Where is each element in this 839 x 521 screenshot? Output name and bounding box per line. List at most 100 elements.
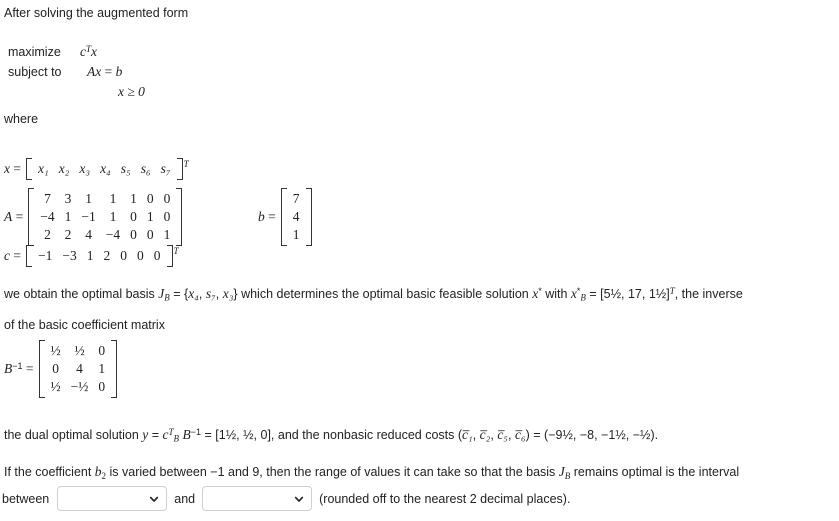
nonnegativity-row: x ≥ 0 <box>8 84 145 104</box>
problem-statement: maximize cTx subject to Ax = b x ≥ 0 <box>8 44 145 104</box>
binv-cell: 1 <box>98 361 106 376</box>
table-row: −4 1 −1 1 0 1 0 <box>35 208 175 226</box>
constraint-expression: Ax = b <box>80 64 122 80</box>
subject-to-label: subject to <box>8 65 62 79</box>
c-entry: −3 <box>62 248 77 263</box>
objective-x: x <box>91 44 98 59</box>
basis-seg3: with <box>541 286 571 301</box>
binv-cell: 0 <box>98 343 106 358</box>
A-matrix-bracket: 7 3 1 1 1 0 0 −4 1 −1 1 0 1 0 2 2 4 −4 0… <box>28 188 183 246</box>
b-cell: 7 <box>292 191 300 206</box>
basis-paragraph: we obtain the optimal basis JB = {x₄, s₇… <box>4 285 743 332</box>
c-vector-label: c = <box>4 248 21 263</box>
A-cell: 0 <box>163 209 171 224</box>
objective-expression: cTx <box>80 44 97 60</box>
basis-seg2: } which determines the optimal basic fea… <box>233 286 533 301</box>
constraint-row: subject to Ax = b <box>8 64 145 84</box>
table-row: ½ −½ 0 <box>46 378 111 396</box>
A-cell: 1 <box>109 191 117 206</box>
A-cell: 3 <box>64 191 72 206</box>
binv-cell: 4 <box>76 361 83 376</box>
reduced-cost-label: c̅₅ <box>497 426 508 442</box>
basis-element: x₃ <box>222 285 234 301</box>
B-inverse-bracket: ½ ½ 0 0 4 1 ½ −½ 0 <box>38 340 118 398</box>
x-vector-table: x₁ x₂ x₃ x₄ s₅ s₆ s₇ <box>33 160 176 178</box>
c-vector-bracket: −1 −3 1 2 0 0 0 <box>26 245 173 267</box>
table-row: 7 <box>288 190 305 208</box>
x-entry: s₇ <box>160 161 171 176</box>
basis-xB-value: 17 <box>627 286 642 301</box>
table-row: x₁ x₂ x₃ x₄ s₅ s₆ s₇ <box>33 160 176 178</box>
basis-xB-value: 1½ <box>648 286 667 301</box>
dual-eq2: = [ <box>201 427 219 442</box>
basis-element: x₄ <box>188 285 199 301</box>
question-seg2: is varied between −1 and 9, then the ran… <box>106 465 559 479</box>
reduced-cost-value: −½ <box>632 427 651 442</box>
x-vector-definition: x = x₁ x₂ x₃ x₄ s₅ s₆ s₇ T <box>4 158 189 180</box>
x-vector-transpose: T <box>183 159 189 169</box>
b-vector-table: 7 4 1 <box>288 190 305 244</box>
A-cell: 7 <box>44 191 51 206</box>
A-cell: 1 <box>85 191 92 206</box>
binv-cell: 0 <box>98 379 106 394</box>
answer-row: between and (rounded off to the nearest … <box>2 486 577 511</box>
dual-y-value: 1½ <box>218 427 237 442</box>
basis-element: s₇ <box>205 285 216 301</box>
dual-seg1: the dual optimal solution <box>4 427 143 442</box>
B-inverse-exponent: −1 <box>12 361 23 372</box>
table-row: 1 <box>288 226 305 244</box>
A-cell: 0 <box>130 209 137 224</box>
A-matrix-definition: A = 7 3 1 1 1 0 0 −4 1 −1 1 0 1 0 2 2 4 … <box>4 188 183 246</box>
b-cell: 1 <box>292 227 300 242</box>
A-matrix-label: A = <box>4 209 24 224</box>
c-vector-transpose: T <box>173 246 179 256</box>
basis-xB-value: 5½ <box>603 286 622 301</box>
A-matrix-table: 7 3 1 1 1 0 0 −4 1 −1 1 0 1 0 2 2 4 −4 0… <box>35 190 175 244</box>
c-entry: 0 <box>153 248 161 263</box>
x-entry: x₃ <box>79 161 91 176</box>
A-cell: 0 <box>163 191 171 206</box>
A-cell: −4 <box>40 209 55 224</box>
dual-eq1: = <box>148 427 163 442</box>
table-row: −1 −3 1 2 0 0 0 <box>33 247 166 265</box>
upper-bound-select[interactable] <box>202 486 313 511</box>
b-vector-label: b = <box>258 209 276 224</box>
A-cell: 0 <box>146 227 154 242</box>
x-entry: x₄ <box>100 161 111 176</box>
table-row: 7 3 1 1 1 0 0 <box>35 190 175 208</box>
constraint-Ax: Ax <box>87 64 102 79</box>
question-b: b <box>94 464 102 479</box>
reduced-cost-value: −1½ <box>601 427 626 442</box>
basis-seg5: of the basic coefficient matrix <box>4 317 165 332</box>
A-cell: −1 <box>81 209 96 224</box>
reduced-cost-value: −8 <box>579 427 595 442</box>
and-label: and <box>174 491 196 506</box>
c-entry: 0 <box>120 248 127 263</box>
lower-bound-select[interactable] <box>57 486 168 511</box>
b-vector-definition: b = 7 4 1 <box>258 188 312 246</box>
question-page: After solving the augmented form maximiz… <box>0 0 839 521</box>
dual-seg2: and the nonbasic reduced costs ( <box>274 427 463 442</box>
upper-bound-select-wrap[interactable] <box>202 486 313 511</box>
A-cell: 1 <box>64 209 72 224</box>
x-vector-label: x = <box>4 161 21 176</box>
table-row: ½ ½ 0 <box>46 342 111 360</box>
table-row: 4 <box>288 208 305 226</box>
A-cell: 1 <box>163 227 171 242</box>
maximize-label: maximize <box>8 45 61 59</box>
lower-bound-select-wrap[interactable] <box>57 486 168 511</box>
between-label: between <box>2 491 50 506</box>
c-vector-definition: c = −1 −3 1 2 0 0 0 T <box>4 245 179 267</box>
question-seg1: If the coefficient <box>4 465 95 479</box>
reduced-cost-label: c̅₆ <box>514 426 526 442</box>
reduced-cost-label: c̅₁ <box>462 426 473 442</box>
basis-eq1: = { <box>169 286 189 301</box>
basis-seg1: we obtain the optimal basis <box>4 286 159 301</box>
x-vector-bracket: x₁ x₂ x₃ x₄ s₅ s₆ s₇ <box>26 158 183 180</box>
dual-B-exp: −1 <box>190 427 202 437</box>
A-cell: 1 <box>130 191 137 206</box>
reduced-cost-label: c̅₂ <box>479 426 491 442</box>
dual-B: B <box>182 426 191 442</box>
c-entry: 2 <box>103 248 111 263</box>
basis-eq2: = [ <box>585 286 604 301</box>
